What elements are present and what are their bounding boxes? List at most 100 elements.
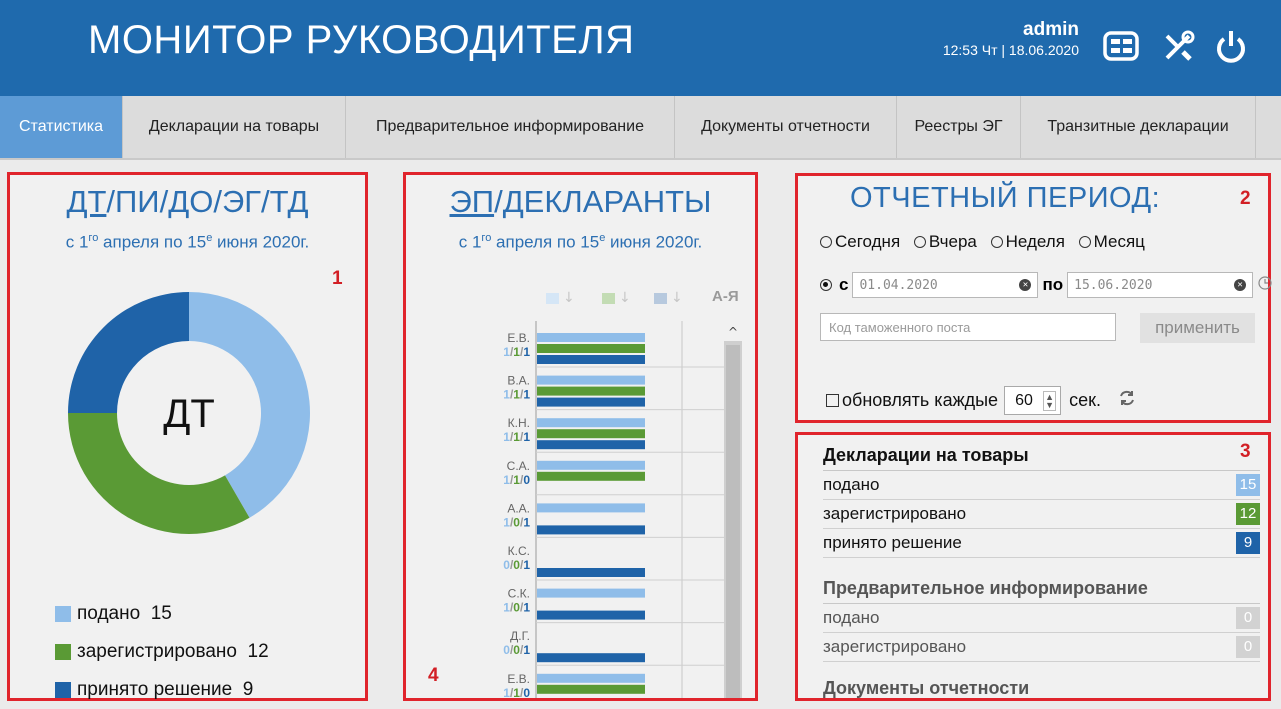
stat-row-decided[interactable]: принято решение 9 bbox=[823, 529, 1260, 558]
nav-eg[interactable]: ЭГ bbox=[222, 184, 261, 219]
sort-alphabetical[interactable]: А-Я bbox=[712, 288, 739, 305]
legend-swatch bbox=[55, 606, 71, 622]
declarant-counts: 1/1/1 bbox=[503, 345, 530, 359]
legend-value: 9 bbox=[242, 679, 254, 700]
tab-goods-declarations[interactable]: Декларации на товары bbox=[123, 96, 346, 158]
radio-month[interactable]: Месяц bbox=[1078, 232, 1145, 252]
clear-to-icon[interactable]: ✕ bbox=[1234, 279, 1247, 291]
nav-declarants[interactable]: ДЕКЛАРАНТЫ bbox=[503, 184, 712, 219]
period-sup: го bbox=[481, 232, 492, 244]
legend-item-decided: принято решение 9 bbox=[55, 671, 269, 709]
period-text: июня 2020г. bbox=[212, 232, 310, 252]
nav-dt[interactable]: ДТ bbox=[66, 184, 106, 219]
declarant-counts: 1/0/1 bbox=[503, 601, 530, 615]
customs-post-input[interactable]: Код таможенного поста bbox=[820, 313, 1116, 341]
tab-transit-declarations[interactable]: Транзитные декларации bbox=[1021, 96, 1256, 158]
bar-registered[interactable] bbox=[537, 386, 645, 396]
tab-statistics[interactable]: Статистика bbox=[0, 96, 123, 158]
bar-registered[interactable] bbox=[537, 471, 645, 481]
section-title[interactable]: Документы отчетности bbox=[823, 673, 1260, 698]
nav-ep[interactable]: ЭП bbox=[450, 184, 495, 219]
bar-decided[interactable] bbox=[537, 440, 645, 450]
chart-scrollbar[interactable]: ^ bbox=[724, 323, 742, 698]
nav-do[interactable]: ДО bbox=[168, 184, 213, 219]
stepper-arrows-icon[interactable]: ▲ ▼ bbox=[1043, 390, 1057, 411]
bar-registered[interactable] bbox=[537, 684, 645, 694]
date-from-field[interactable]: 01.04.2020 ✕ bbox=[852, 272, 1039, 298]
bar-decided[interactable] bbox=[537, 653, 645, 663]
period-sup: го bbox=[88, 232, 99, 244]
count-badge: 15 bbox=[1236, 474, 1260, 496]
period-text: апреля по 15 bbox=[98, 232, 207, 252]
stat-row-registered[interactable]: зарегистрировано 12 bbox=[823, 500, 1260, 529]
radio-label: Вчера bbox=[928, 232, 977, 251]
sort-by-registered[interactable]: ↓ bbox=[602, 290, 631, 306]
nav-sep: / bbox=[494, 184, 503, 219]
radio-today[interactable]: Сегодня bbox=[820, 232, 900, 252]
period-title: ОТЧЕТНЫЙ ПЕРИОД: bbox=[850, 182, 1161, 214]
scrollbar-thumb[interactable] bbox=[726, 345, 740, 698]
bar-decided[interactable] bbox=[537, 610, 645, 620]
legend-label: зарегистрировано bbox=[77, 641, 237, 662]
stats-goods-declarations: Декларации на товары подано 15 зарегистри… bbox=[823, 440, 1260, 558]
clear-from-icon[interactable]: ✕ bbox=[1019, 279, 1032, 291]
legend-swatch bbox=[55, 644, 71, 660]
refresh-icon[interactable] bbox=[1117, 388, 1137, 413]
radio-week[interactable]: Неделя bbox=[990, 232, 1065, 252]
section-title[interactable]: Предварительное информирование bbox=[823, 573, 1260, 604]
from-label: с bbox=[839, 275, 849, 294]
bar-decided[interactable] bbox=[537, 355, 645, 364]
period-text: с 1 bbox=[458, 232, 482, 252]
to-label: по bbox=[1042, 275, 1064, 294]
period-subtitle: с 1го апреля по 15е июня 2020г. bbox=[406, 232, 755, 253]
layout-icon[interactable] bbox=[1102, 28, 1142, 64]
bar-decided[interactable] bbox=[537, 397, 645, 407]
user-name[interactable]: admin bbox=[943, 20, 1079, 40]
period-text: июня 2020г. bbox=[605, 232, 703, 252]
radio-custom-range[interactable] bbox=[820, 279, 835, 291]
apply-button[interactable]: применить bbox=[1140, 313, 1255, 343]
date-to-field[interactable]: 15.06.2020 ✕ bbox=[1067, 272, 1254, 298]
radio-label: Месяц bbox=[1093, 232, 1145, 251]
bar-submitted[interactable] bbox=[537, 503, 645, 513]
clock-icon[interactable] bbox=[1257, 275, 1273, 296]
bar-submitted[interactable] bbox=[537, 418, 645, 428]
sort-by-submitted[interactable]: ↓ bbox=[546, 290, 575, 306]
stat-row-registered[interactable]: зарегистрировано 0 bbox=[823, 633, 1260, 662]
declarations-donut-panel: ДТ/ПИ/ДО/ЭГ/ТД с 1го апреля по 15е июня … bbox=[7, 172, 368, 701]
bar-submitted[interactable] bbox=[537, 460, 645, 470]
nav-td[interactable]: ТД bbox=[270, 184, 309, 219]
radio-label: Неделя bbox=[1005, 232, 1065, 251]
section-title[interactable]: Декларации на товары bbox=[823, 440, 1260, 471]
bar-decided[interactable] bbox=[537, 525, 645, 535]
app-header: МОНИТОР РУКОВОДИТЕЛЯ admin 12:53 Чт | 18… bbox=[0, 0, 1281, 96]
tab-reporting-documents[interactable]: Документы отчетности bbox=[675, 96, 897, 158]
stat-row-submitted[interactable]: подано 15 bbox=[823, 471, 1260, 500]
radio-yesterday[interactable]: Вчера bbox=[913, 232, 977, 252]
tab-eg-registers[interactable]: Реестры ЭГ bbox=[897, 96, 1021, 158]
nav-pi[interactable]: ПИ bbox=[115, 184, 160, 219]
stat-row-submitted[interactable]: подано 0 bbox=[823, 604, 1260, 633]
bar-registered[interactable] bbox=[537, 429, 645, 439]
auto-refresh-row: обновлять каждые 60 ▲ ▼ сек. bbox=[826, 386, 1137, 415]
refresh-interval-stepper[interactable]: 60 ▲ ▼ bbox=[1004, 386, 1062, 415]
bar-decided[interactable] bbox=[537, 568, 645, 577]
auto-refresh-checkbox[interactable] bbox=[826, 394, 839, 407]
sort-by-decided[interactable]: ↓ bbox=[654, 290, 683, 306]
bar-submitted[interactable] bbox=[537, 375, 645, 385]
legend-value: 15 bbox=[150, 603, 172, 624]
legend-value: 12 bbox=[247, 641, 269, 662]
bar-submitted[interactable] bbox=[537, 673, 645, 683]
donut-legend: подано 15 зарегистрировано 12 принято ре… bbox=[55, 595, 269, 709]
bar-registered[interactable] bbox=[537, 344, 645, 353]
donut-slice-registered[interactable] bbox=[68, 413, 250, 534]
scroll-up-icon[interactable]: ^ bbox=[724, 323, 742, 341]
bar-submitted[interactable] bbox=[537, 333, 645, 342]
power-icon[interactable] bbox=[1211, 28, 1251, 64]
tools-icon[interactable] bbox=[1159, 28, 1199, 64]
declarant-counts: 1/1/1 bbox=[503, 388, 530, 402]
tab-preliminary-info[interactable]: Предварительное информирование bbox=[346, 96, 675, 158]
count-badge: 0 bbox=[1236, 636, 1260, 658]
declarant-name: А.А. bbox=[507, 501, 530, 515]
bar-submitted[interactable] bbox=[537, 588, 645, 598]
